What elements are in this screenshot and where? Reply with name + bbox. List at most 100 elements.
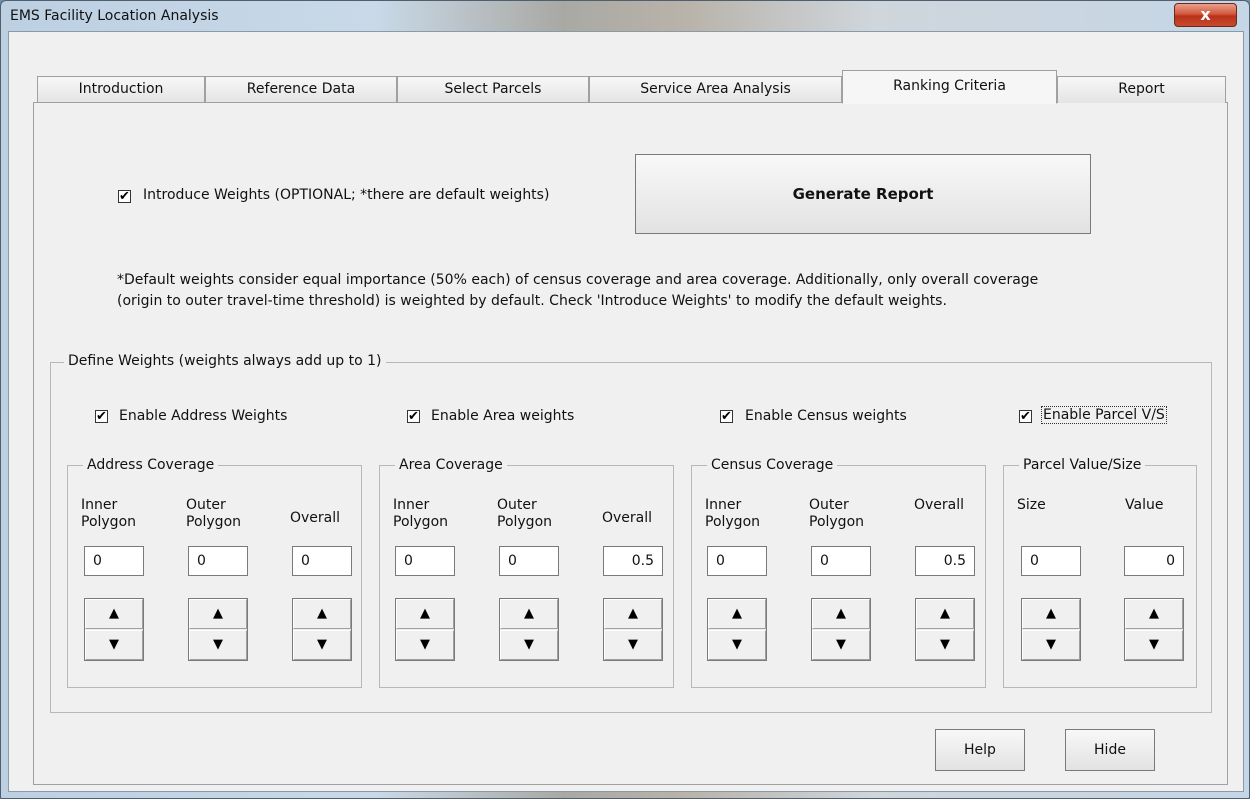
area-outer-label: Outer: [497, 497, 537, 513]
tab-report[interactable]: Report: [1057, 76, 1226, 103]
up-arrow-icon: ▲: [836, 606, 846, 621]
close-button[interactable]: x: [1174, 3, 1237, 27]
parcel-size-input[interactable]: 0: [1021, 546, 1081, 576]
spin-up-button[interactable]: ▲: [1125, 599, 1183, 629]
address-outer-spinner[interactable]: ▲ ▼: [188, 598, 248, 661]
checkmark-icon: ✔: [119, 189, 130, 204]
parcel-value-input[interactable]: 0: [1124, 546, 1184, 576]
address-overall-spinner[interactable]: ▲ ▼: [292, 598, 352, 661]
address-inner-spinner[interactable]: ▲ ▼: [84, 598, 144, 661]
area-overall-label: Overall: [602, 510, 653, 526]
census-inner-label-2: Polygon: [705, 514, 761, 530]
up-arrow-icon: ▲: [1046, 606, 1056, 621]
area-inner-label-2: Polygon: [393, 514, 449, 530]
introduce-weights-label: Introduce Weights (OPTIONAL; *there are …: [143, 187, 550, 203]
generate-report-button[interactable]: Generate Report: [635, 154, 1091, 234]
down-arrow-icon: ▼: [524, 637, 534, 652]
spin-up-button[interactable]: ▲: [812, 599, 870, 629]
spin-down-button[interactable]: ▼: [1125, 630, 1183, 660]
enable-census-weights-checkbox[interactable]: ✔: [720, 410, 733, 423]
spin-up-button[interactable]: ▲: [189, 599, 247, 629]
area-outer-spinner[interactable]: ▲ ▼: [499, 598, 559, 661]
area-outer-label-2: Polygon: [497, 514, 553, 530]
address-inner-label: Inner: [81, 497, 118, 513]
spin-down-button[interactable]: ▼: [85, 630, 143, 660]
tab-reference-data[interactable]: Reference Data: [205, 76, 397, 103]
spin-down-button[interactable]: ▼: [1022, 630, 1080, 660]
enable-address-weights-label: Enable Address Weights: [119, 408, 288, 424]
spin-down-button[interactable]: ▼: [604, 630, 662, 660]
up-arrow-icon: ▲: [524, 606, 534, 621]
spin-up-button[interactable]: ▲: [604, 599, 662, 629]
tab-service-area-analysis[interactable]: Service Area Analysis: [589, 76, 842, 103]
census-outer-label: Outer: [809, 497, 849, 513]
up-arrow-icon: ▲: [940, 606, 950, 621]
down-arrow-icon: ▼: [732, 637, 742, 652]
census-inner-input[interactable]: 0: [707, 546, 767, 576]
tab-select-parcels[interactable]: Select Parcels: [397, 76, 589, 103]
enable-parcel-vs-checkbox[interactable]: ✔: [1019, 410, 1032, 423]
area-inner-label: Inner: [393, 497, 430, 513]
default-weights-note-line1: *Default weights consider equal importan…: [117, 272, 1039, 288]
address-outer-input[interactable]: 0: [188, 546, 248, 576]
spin-down-button[interactable]: ▼: [293, 630, 351, 660]
spin-up-button[interactable]: ▲: [708, 599, 766, 629]
spin-up-button[interactable]: ▲: [293, 599, 351, 629]
spin-down-button[interactable]: ▼: [708, 630, 766, 660]
down-arrow-icon: ▼: [940, 637, 950, 652]
address-inner-label-2: Polygon: [81, 514, 137, 530]
census-overall-spinner[interactable]: ▲ ▼: [915, 598, 975, 661]
census-outer-input[interactable]: 0: [811, 546, 871, 576]
tab-label: Select Parcels: [444, 81, 542, 97]
enable-area-weights-checkbox[interactable]: ✔: [407, 410, 420, 423]
up-arrow-icon: ▲: [317, 606, 327, 621]
census-overall-label: Overall: [914, 497, 965, 513]
parcel-size-spinner[interactable]: ▲ ▼: [1021, 598, 1081, 661]
census-outer-spinner[interactable]: ▲ ▼: [811, 598, 871, 661]
down-arrow-icon: ▼: [109, 637, 119, 652]
down-arrow-icon: ▼: [1149, 637, 1159, 652]
spin-down-button[interactable]: ▼: [189, 630, 247, 660]
checkmark-icon: ✔: [408, 409, 419, 424]
spin-down-button[interactable]: ▼: [396, 630, 454, 660]
area-inner-input[interactable]: 0: [395, 546, 455, 576]
spin-up-button[interactable]: ▲: [396, 599, 454, 629]
census-inner-spinner[interactable]: ▲ ▼: [707, 598, 767, 661]
hide-button-label: Hide: [1094, 742, 1126, 758]
spin-up-button[interactable]: ▲: [85, 599, 143, 629]
parcel-value-spinner[interactable]: ▲ ▼: [1124, 598, 1184, 661]
tab-label: Report: [1118, 81, 1165, 97]
down-arrow-icon: ▼: [317, 637, 327, 652]
tab-ranking-criteria[interactable]: Ranking Criteria: [842, 70, 1057, 104]
enable-area-weights-label: Enable Area weights: [431, 408, 575, 424]
up-arrow-icon: ▲: [213, 606, 223, 621]
spin-up-button[interactable]: ▲: [500, 599, 558, 629]
tab-label: Service Area Analysis: [640, 81, 791, 97]
spin-up-button[interactable]: ▲: [1022, 599, 1080, 629]
parcel-size-label: Size: [1017, 497, 1046, 513]
introduce-weights-checkbox[interactable]: ✔: [118, 190, 131, 203]
address-overall-input[interactable]: 0: [292, 546, 352, 576]
title-bar[interactable]: EMS Facility Location Analysis x: [1, 1, 1249, 31]
spin-down-button[interactable]: ▼: [916, 630, 974, 660]
area-overall-input[interactable]: 0.5: [603, 546, 663, 576]
area-inner-spinner[interactable]: ▲ ▼: [395, 598, 455, 661]
hide-button[interactable]: Hide: [1065, 729, 1155, 771]
spin-up-button[interactable]: ▲: [916, 599, 974, 629]
census-overall-input[interactable]: 0.5: [915, 546, 975, 576]
address-inner-input[interactable]: 0: [84, 546, 144, 576]
spin-down-button[interactable]: ▼: [500, 630, 558, 660]
up-arrow-icon: ▲: [1149, 606, 1159, 621]
spin-down-button[interactable]: ▼: [812, 630, 870, 660]
enable-address-weights-checkbox[interactable]: ✔: [95, 410, 108, 423]
checkmark-icon: ✔: [721, 409, 732, 424]
address-outer-label: Outer: [186, 497, 226, 513]
down-arrow-icon: ▼: [1046, 637, 1056, 652]
checkmark-icon: ✔: [96, 409, 107, 424]
area-outer-input[interactable]: 0: [499, 546, 559, 576]
address-coverage-legend: Address Coverage: [83, 457, 219, 473]
area-overall-spinner[interactable]: ▲ ▼: [603, 598, 663, 661]
down-arrow-icon: ▼: [420, 637, 430, 652]
help-button[interactable]: Help: [935, 729, 1025, 771]
tab-introduction[interactable]: Introduction: [37, 76, 205, 103]
